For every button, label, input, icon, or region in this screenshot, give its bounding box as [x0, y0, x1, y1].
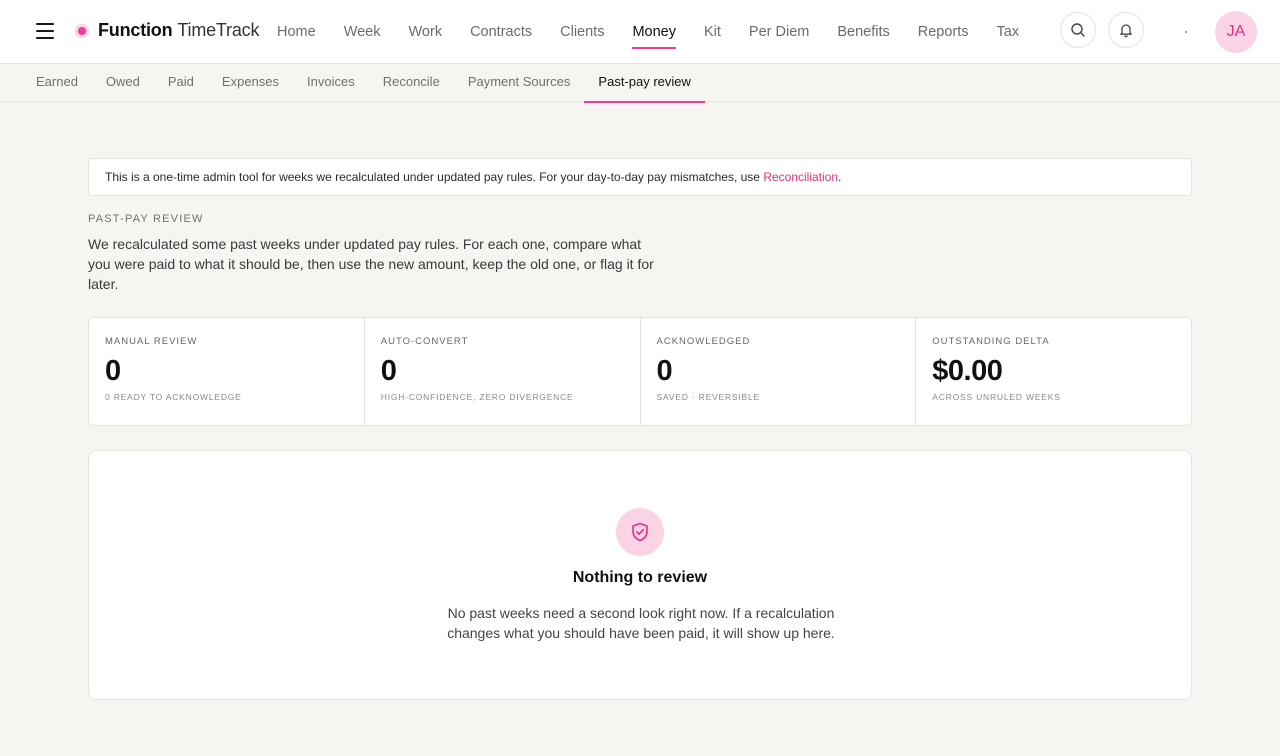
avatar[interactable]: JA — [1215, 11, 1257, 53]
stat-value: $0.00 — [932, 355, 1003, 387]
nav-item-week[interactable]: Week — [330, 0, 395, 64]
search-button[interactable] — [1060, 12, 1096, 48]
tab-payment-sources[interactable]: Payment Sources — [454, 64, 585, 102]
stats-panel: MANUAL REVIEW 0 0 READY TO ACKNOWLEDGE A… — [88, 317, 1192, 426]
notice-suffix: . — [838, 170, 842, 184]
nav-item-money[interactable]: Money — [618, 0, 690, 64]
nav-item-kit[interactable]: Kit — [690, 0, 735, 64]
tab-invoices[interactable]: Invoices — [293, 64, 369, 102]
nav-item-contracts[interactable]: Contracts — [456, 0, 546, 64]
menu-icon[interactable] — [36, 23, 54, 41]
section-intro: We recalculated some past weeks under up… — [88, 236, 654, 292]
stat-sub: SAVED · REVERSIBLE — [656, 392, 761, 402]
tab-past-pay-review[interactable]: Past-pay review — [584, 64, 706, 103]
stat-value: 0 — [656, 355, 673, 387]
stat-label: ACKNOWLEDGED — [656, 336, 751, 347]
stat-auto-convert: AUTO-CONVERT 0 HIGH-CONFIDENCE, ZERO DIV… — [365, 318, 641, 425]
stat-value: 0 — [380, 355, 397, 387]
nav-item-benefits[interactable]: Benefits — [823, 0, 903, 64]
stat-sub: ACROSS UNRULED WEEKS — [932, 392, 1061, 402]
section-eyebrow: PAST-PAY REVIEW — [88, 213, 204, 225]
bell-icon — [1120, 24, 1132, 38]
stat-label: OUTSTANDING DELTA — [932, 336, 1050, 347]
empty-title: Nothing to review — [572, 569, 708, 586]
reconciliation-link[interactable]: Reconciliation — [763, 170, 838, 184]
sub-nav: Earned Owed Paid Expenses Invoices Recon… — [0, 64, 1280, 103]
brand-name-light: TimeTrack — [177, 20, 260, 40]
admin-notice: This is a one-time admin tool for weeks … — [88, 158, 1192, 196]
empty-description: No past weeks need a second look right n… — [447, 605, 835, 641]
stat-sub: HIGH-CONFIDENCE, ZERO DIVERGENCE — [380, 392, 574, 402]
empty-state: Nothing to review No past weeks need a s… — [88, 450, 1192, 700]
nav-item-work[interactable]: Work — [395, 0, 457, 64]
brand-dot-icon — [78, 26, 86, 35]
status-dot-icon — [1185, 31, 1187, 33]
nav-item-reports[interactable]: Reports — [904, 0, 983, 64]
stat-acknowledged: ACKNOWLEDGED 0 SAVED · REVERSIBLE — [641, 318, 917, 425]
stat-manual-review: MANUAL REVIEW 0 0 READY TO ACKNOWLEDGE — [89, 318, 365, 425]
tab-reconcile[interactable]: Reconcile — [369, 64, 454, 102]
nav-item-tax[interactable]: Tax — [983, 0, 1034, 64]
nav-item-home[interactable]: Home — [263, 0, 330, 64]
stat-label: MANUAL REVIEW — [105, 336, 198, 347]
nav-item-clients[interactable]: Clients — [546, 0, 618, 64]
notice-text: This is a one-time admin tool for weeks … — [105, 170, 764, 184]
stat-outstanding-delta: OUTSTANDING DELTA $0.00 ACROSS UNRULED W… — [916, 318, 1191, 425]
stat-sub: 0 READY TO ACKNOWLEDGE — [105, 392, 242, 402]
main-nav: Home Week Work Contracts Clients Money K… — [263, 0, 1033, 64]
brand-logo[interactable]: Function TimeTrack — [78, 20, 259, 41]
tab-expenses[interactable]: Expenses — [208, 64, 293, 102]
brand-name-bold: Function — [98, 20, 173, 40]
tab-paid[interactable]: Paid — [154, 64, 208, 102]
tab-owed[interactable]: Owed — [92, 64, 154, 102]
shield-check-icon — [616, 508, 664, 556]
stat-label: AUTO-CONVERT — [380, 336, 469, 347]
tab-earned[interactable]: Earned — [22, 64, 92, 102]
search-icon — [1071, 23, 1085, 37]
notifications-button[interactable] — [1108, 12, 1144, 48]
stat-value: 0 — [105, 355, 121, 387]
top-bar: Function TimeTrack Home Week Work Contra… — [0, 0, 1280, 64]
nav-item-per-diem[interactable]: Per Diem — [735, 0, 823, 64]
